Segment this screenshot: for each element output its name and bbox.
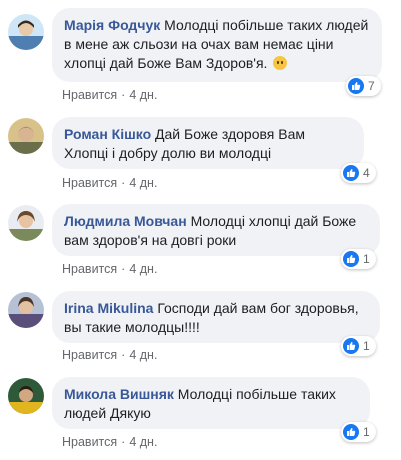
separator: · <box>121 176 126 190</box>
avatar-image <box>8 205 44 241</box>
avatar-image <box>8 14 44 50</box>
like-button[interactable]: Нравится <box>62 88 117 102</box>
avatar-image <box>8 378 44 414</box>
avatar-image <box>8 292 44 328</box>
comment-timestamp[interactable]: 4 дн. <box>129 262 157 276</box>
comment-actions: Нравится · 4 дн. <box>62 262 157 276</box>
reaction-count: 1 <box>363 252 370 266</box>
thumbs-up-icon <box>343 251 359 267</box>
comment-author[interactable]: Микола Вишняк <box>64 386 174 402</box>
separator: · <box>121 88 126 102</box>
sad-face-emoji-icon <box>273 56 288 70</box>
avatar[interactable] <box>8 292 44 328</box>
reaction-summary[interactable]: 1 <box>341 336 376 356</box>
separator: · <box>121 262 126 276</box>
thumbs-up-icon <box>343 338 359 354</box>
comment-timestamp[interactable]: 4 дн. <box>129 88 157 102</box>
comment-timestamp[interactable]: 4 дн. <box>129 435 157 449</box>
comment-timestamp[interactable]: 4 дн. <box>129 348 157 362</box>
comment-actions: Нравится · 4 дн. <box>62 348 157 362</box>
reaction-count: 4 <box>363 166 370 180</box>
reaction-count: 1 <box>363 425 370 439</box>
comment-actions: Нравится · 4 дн. <box>62 435 157 449</box>
comment-bubble: Irina Mikulina Господи дай вам бог здоро… <box>52 291 380 343</box>
thumbs-up-icon <box>348 78 364 94</box>
comment-actions: Нравится · 4 дн. <box>62 176 157 190</box>
comment-author[interactable]: Irina Mikulina <box>64 300 153 316</box>
separator: · <box>121 348 126 362</box>
comment-actions: Нравится · 4 дн. <box>62 88 157 102</box>
avatar[interactable] <box>8 14 44 50</box>
thumbs-up-icon <box>343 165 359 181</box>
like-button[interactable]: Нравится <box>62 176 117 190</box>
like-button[interactable]: Нравится <box>62 348 117 362</box>
avatar-image <box>8 118 44 154</box>
avatar[interactable] <box>8 205 44 241</box>
comment-bubble: Людмила Мовчан Молодці хлопці дай Боже в… <box>52 204 380 256</box>
comment-bubble: Роман Кішко Дай Боже здоровя Вам Хлопці … <box>52 117 364 169</box>
separator: · <box>121 435 126 449</box>
comment-author[interactable]: Людмила Мовчан <box>64 213 187 229</box>
like-button[interactable]: Нравится <box>62 435 117 449</box>
reaction-summary[interactable]: 4 <box>341 163 376 183</box>
comment-bubble: Марія Фодчук Молодці побільше таких люде… <box>52 8 382 82</box>
comment-timestamp[interactable]: 4 дн. <box>129 176 157 190</box>
comment-bubble: Микола Вишняк Молодці побільше таких люд… <box>52 377 370 429</box>
reaction-count: 1 <box>363 339 370 353</box>
avatar[interactable] <box>8 378 44 414</box>
reaction-summary[interactable]: 7 <box>346 76 381 96</box>
comment-author[interactable]: Роман Кішко <box>64 126 151 142</box>
comment-author[interactable]: Марія Фодчук <box>64 17 160 33</box>
reaction-summary[interactable]: 1 <box>341 249 376 269</box>
reaction-summary[interactable]: 1 <box>341 422 376 442</box>
thumbs-up-icon <box>343 424 359 440</box>
like-button[interactable]: Нравится <box>62 262 117 276</box>
avatar[interactable] <box>8 118 44 154</box>
reaction-count: 7 <box>368 79 375 93</box>
